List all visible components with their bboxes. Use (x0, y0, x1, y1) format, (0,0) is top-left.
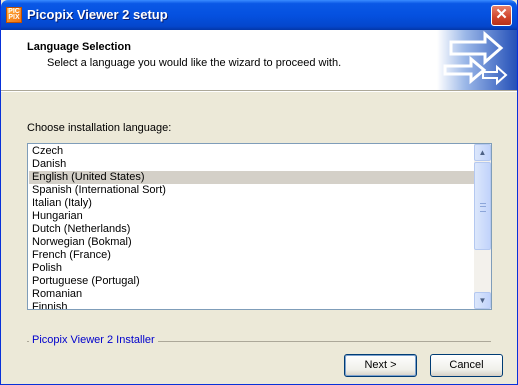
arrows-graphic (437, 30, 517, 90)
header-divider (1, 91, 517, 92)
header-subtitle: Select a language you would like the wiz… (47, 57, 342, 69)
language-item[interactable]: Romanian (29, 288, 474, 301)
title-bar[interactable]: PIC PIX Picopix Viewer 2 setup ✕ (1, 0, 517, 30)
choose-language-label: Choose installation language: (27, 122, 172, 134)
language-item[interactable]: Italian (Italy) (29, 197, 474, 210)
language-item[interactable]: Spanish (International Sort) (29, 184, 474, 197)
language-item[interactable]: Finnish (29, 301, 474, 309)
next-button[interactable]: Next > (344, 354, 417, 377)
chevron-down-icon: ▼ (478, 296, 487, 305)
list-scrollbar[interactable]: ▲ ▼ (474, 144, 491, 309)
language-list: Czech Danish English (United States) Spanis… (29, 145, 474, 309)
language-item[interactable]: English (United States) (29, 171, 474, 184)
language-item[interactable]: Portuguese (Portugal) (29, 275, 474, 288)
language-item[interactable]: Hungarian (29, 210, 474, 223)
installer-label: Picopix Viewer 2 Installer (29, 334, 158, 346)
grip-icon (480, 203, 486, 212)
app-icon: PIC PIX (6, 7, 22, 23)
language-item[interactable]: Danish (29, 158, 474, 171)
close-button[interactable]: ✕ (491, 5, 512, 26)
close-icon: ✕ (495, 6, 508, 23)
scrollbar-thumb[interactable] (474, 162, 491, 250)
scroll-down-button[interactable]: ▼ (474, 292, 491, 309)
scroll-up-button[interactable]: ▲ (474, 144, 491, 161)
chevron-up-icon: ▲ (478, 148, 487, 157)
wizard-header: Language Selection Select a language you… (1, 30, 517, 91)
cancel-button[interactable]: Cancel (430, 354, 503, 377)
language-item[interactable]: Czech (29, 145, 474, 158)
language-listbox[interactable]: Czech Danish English (United States) Spanis… (27, 143, 492, 310)
language-item[interactable]: French (France) (29, 249, 474, 262)
language-item[interactable]: Norwegian (Bokmal) (29, 236, 474, 249)
header-title: Language Selection (27, 41, 131, 53)
window-title: Picopix Viewer 2 setup (27, 7, 168, 22)
setup-window: PIC PIX Picopix Viewer 2 setup ✕ Languag… (0, 0, 518, 385)
language-item[interactable]: Dutch (Netherlands) (29, 223, 474, 236)
language-item[interactable]: Polish (29, 262, 474, 275)
